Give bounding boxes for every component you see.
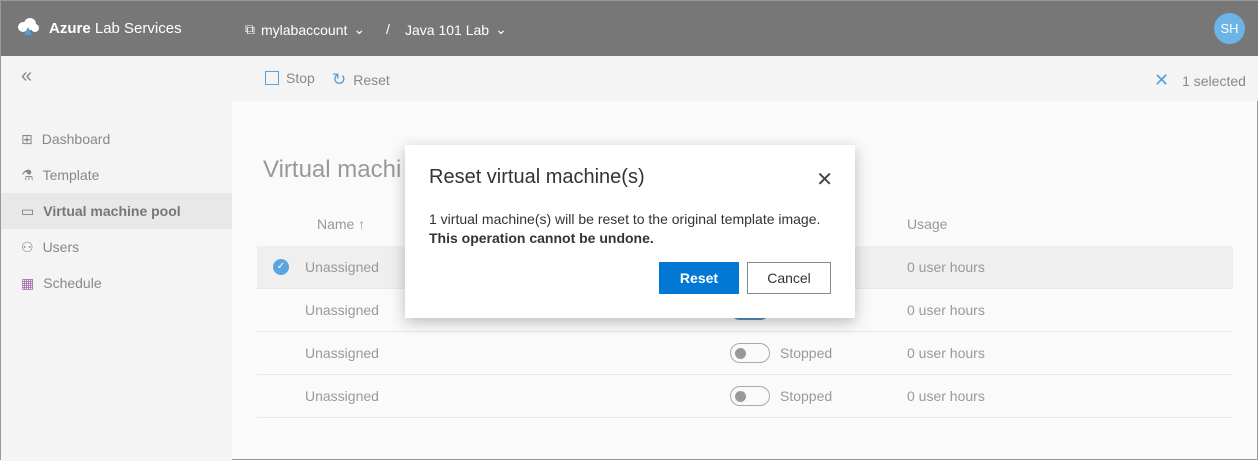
- stop-button[interactable]: Stop: [265, 70, 315, 86]
- table-row[interactable]: Unassigned Stopped 0 user hours: [257, 375, 1233, 418]
- monitor-icon: ▭: [21, 202, 35, 219]
- lab-selector[interactable]: Java 101 Lab ⌄: [405, 21, 507, 38]
- vm-state-toggle[interactable]: [730, 343, 770, 363]
- command-bar: « Stop ↻ Reset ✕ 1 selected: [1, 56, 1258, 101]
- reset-dialog: Reset virtual machine(s) ✕ 1 virtual mac…: [405, 145, 855, 318]
- vm-name: Unassigned: [305, 345, 379, 361]
- avatar[interactable]: SH: [1214, 13, 1245, 44]
- account-selector[interactable]: ⧉ mylabaccount ⌄: [245, 21, 365, 38]
- sidebar-item-vm-pool[interactable]: ▭ Virtual machine pool: [1, 193, 232, 229]
- close-icon: ✕: [1154, 70, 1170, 90]
- dialog-title: Reset virtual machine(s): [429, 166, 645, 188]
- checked-icon[interactable]: ✓: [273, 259, 289, 275]
- table-row[interactable]: Unassigned Stopped 0 user hours: [257, 332, 1233, 375]
- app-title[interactable]: Azure Lab Services: [49, 20, 182, 37]
- vm-status: Stopped: [780, 345, 833, 361]
- clear-selection[interactable]: ✕ 1 selected: [1154, 70, 1246, 91]
- breadcrumb-separator: /: [386, 21, 390, 37]
- sidebar-item-schedule[interactable]: ▦ Schedule: [1, 265, 232, 301]
- column-header-usage[interactable]: Usage: [907, 216, 947, 232]
- vm-name: Unassigned: [305, 302, 379, 318]
- sidebar-item-template[interactable]: ⚗ Template: [1, 157, 232, 193]
- sidebar: ⊞ Dashboard ⚗ Template ▭ Virtual machine po…: [1, 101, 232, 461]
- dialog-warning: This operation cannot be undone.: [429, 230, 654, 246]
- chevron-down-icon: ⌄: [353, 21, 366, 37]
- cancel-button[interactable]: Cancel: [747, 262, 831, 294]
- azure-lab-cloud-icon: [18, 18, 39, 35]
- vm-usage: 0 user hours: [907, 259, 985, 275]
- page-title: Virtual machi: [263, 156, 402, 183]
- vm-usage: 0 user hours: [907, 388, 985, 404]
- close-icon[interactable]: ✕: [816, 167, 833, 192]
- vm-name: Unassigned: [305, 388, 379, 404]
- lab-account-icon: ⧉: [245, 21, 255, 37]
- confirm-reset-button[interactable]: Reset: [659, 262, 739, 294]
- vm-usage: 0 user hours: [907, 345, 985, 361]
- reset-button[interactable]: ↻ Reset: [332, 70, 390, 90]
- reset-icon: ↻: [332, 70, 347, 89]
- flask-icon: ⚗: [21, 166, 34, 183]
- vm-state-toggle[interactable]: [730, 386, 770, 406]
- vm-name: Unassigned: [305, 259, 379, 275]
- users-icon: ⚇: [21, 238, 34, 255]
- vm-status: Stopped: [780, 388, 833, 404]
- dialog-text: 1 virtual machine(s) will be reset to th…: [429, 211, 821, 227]
- dashboard-icon: ⊞: [21, 130, 33, 147]
- column-header-name[interactable]: Name ↑: [317, 216, 365, 232]
- sidebar-item-dashboard[interactable]: ⊞ Dashboard: [1, 121, 232, 157]
- dialog-message: 1 virtual machine(s) will be reset to th…: [429, 210, 820, 248]
- collapse-sidebar-icon[interactable]: «: [21, 65, 32, 88]
- stop-icon: [265, 71, 279, 85]
- chevron-down-icon: ⌄: [495, 21, 507, 37]
- sidebar-item-users[interactable]: ⚇ Users: [1, 229, 232, 265]
- top-bar: Azure Lab Services ⧉ mylabaccount ⌄ / Java…: [1, 1, 1258, 56]
- vm-usage: 0 user hours: [907, 302, 985, 318]
- calendar-icon: ▦: [21, 274, 35, 291]
